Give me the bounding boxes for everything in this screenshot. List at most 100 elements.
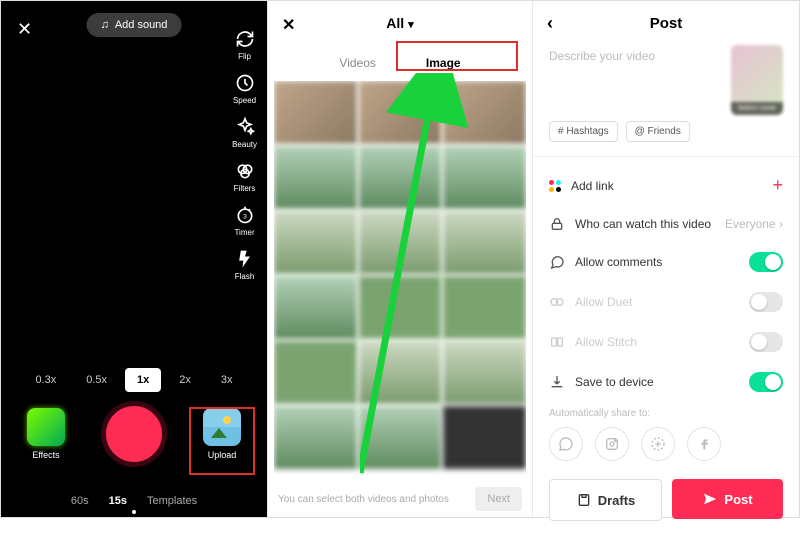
media-thumbnail[interactable] [359, 81, 442, 144]
upload-icon [203, 408, 241, 446]
share-more-icon[interactable] [641, 427, 675, 461]
timer-tool[interactable]: 3Timer [234, 205, 254, 237]
media-thumbnail[interactable] [359, 341, 442, 404]
save-option[interactable]: Save to device [533, 362, 799, 402]
close-icon[interactable]: ✕ [282, 15, 295, 35]
media-thumbnail[interactable] [274, 341, 357, 404]
album-title: All [386, 15, 404, 31]
duet-option: Allow Duet [533, 282, 799, 322]
flip-icon [235, 29, 255, 49]
duet-label: Allow Duet [575, 295, 632, 309]
media-thumbnail[interactable] [443, 146, 526, 209]
flip-tool[interactable]: Flip [235, 29, 255, 61]
share-instagram-icon[interactable] [595, 427, 629, 461]
media-thumbnail[interactable] [443, 406, 526, 469]
back-icon[interactable]: ‹ [547, 13, 553, 34]
media-thumbnail[interactable] [443, 81, 526, 144]
mode-60s[interactable]: 60s [71, 495, 89, 507]
svg-text:3: 3 [243, 213, 247, 220]
effects-icon [27, 408, 65, 446]
privacy-option[interactable]: Who can watch this video Everyone › [533, 206, 799, 242]
post-header: ‹ Post [533, 1, 799, 45]
share-whatsapp-icon[interactable] [549, 427, 583, 461]
timer-icon: 3 [235, 205, 255, 225]
media-thumbnail[interactable] [274, 276, 357, 339]
duet-icon [549, 294, 565, 310]
add-sound-button[interactable]: ♫ Add sound [87, 13, 182, 37]
add-link-option[interactable]: Add link + [533, 165, 799, 206]
media-thumbnail[interactable] [274, 406, 357, 469]
speed-3x[interactable]: 3x [209, 368, 245, 392]
flip-label: Flip [238, 52, 251, 61]
save-toggle[interactable] [749, 372, 783, 392]
effects-label: Effects [32, 450, 59, 460]
media-thumbnail[interactable] [359, 406, 442, 469]
comments-label: Allow comments [575, 255, 662, 269]
speed-1x[interactable]: 1x [125, 368, 161, 392]
privacy-label: Who can watch this video [575, 217, 711, 231]
share-row: Automatically share to: [533, 402, 799, 467]
album-selector[interactable]: All ▾ [386, 15, 413, 31]
media-thumbnail[interactable] [359, 146, 442, 209]
filters-tool[interactable]: Filters [234, 161, 256, 193]
filters-label: Filters [234, 184, 256, 193]
speed-0-5x[interactable]: 0.5x [74, 368, 119, 392]
mode-15s[interactable]: 15s [109, 495, 127, 507]
media-thumbnail[interactable] [274, 146, 357, 209]
speed-tool[interactable]: Speed [233, 73, 256, 105]
speed-0-3x[interactable]: 0.3x [23, 368, 68, 392]
lock-icon [549, 216, 565, 232]
download-icon [549, 374, 565, 390]
post-title: Post [650, 15, 683, 32]
filters-icon [235, 161, 255, 181]
close-icon[interactable]: ✕ [17, 19, 32, 40]
gallery-screen: ✕ All▾ Videos Image You can select both … [267, 1, 533, 517]
beauty-label: Beauty [232, 140, 257, 149]
post-icon [702, 491, 718, 507]
post-button[interactable]: Post [672, 479, 783, 519]
chevron-down-icon: ▾ [408, 19, 414, 31]
tab-videos[interactable]: Videos [339, 56, 375, 70]
comments-toggle[interactable] [749, 252, 783, 272]
gallery-tabs: Videos Image [268, 45, 532, 81]
drafts-button[interactable]: Drafts [549, 479, 662, 521]
media-thumbnail[interactable] [274, 211, 357, 274]
record-button[interactable] [101, 401, 167, 467]
mode-indicator-dot [132, 510, 136, 514]
media-thumbnail[interactable] [443, 211, 526, 274]
add-sound-label: Add sound [115, 19, 168, 31]
flash-tool[interactable]: Flash [235, 249, 255, 281]
plus-icon: + [772, 175, 783, 196]
hashtags-chip[interactable]: # Hashtags [549, 121, 618, 142]
next-button[interactable]: Next [475, 487, 522, 511]
share-label: Automatically share to: [549, 408, 783, 419]
share-facebook-icon[interactable] [687, 427, 721, 461]
duet-toggle [749, 292, 783, 312]
mode-selector: 60s 15s Templates [1, 495, 267, 507]
beauty-tool[interactable]: Beauty [232, 117, 257, 149]
select-cover-button[interactable]: Select cover [731, 45, 783, 115]
camera-bottom-row: Effects Upload [1, 401, 267, 467]
description-input[interactable]: Describe your video [549, 45, 721, 63]
media-thumbnail[interactable] [443, 341, 526, 404]
save-label: Save to device [575, 375, 654, 389]
tab-image[interactable]: Image [426, 56, 461, 70]
post-screen: ‹ Post Describe your video Select cover … [533, 1, 799, 517]
media-thumbnail[interactable] [359, 276, 442, 339]
media-thumbnail[interactable] [274, 81, 357, 144]
effects-button[interactable]: Effects [27, 408, 65, 460]
comment-icon [549, 254, 565, 270]
stitch-option: Allow Stitch [533, 322, 799, 362]
mode-templates[interactable]: Templates [147, 495, 197, 507]
media-thumbnail[interactable] [359, 211, 442, 274]
friends-chip[interactable]: @ Friends [626, 121, 690, 142]
camera-screen: ✕ ♫ Add sound Flip Speed Beauty Filters … [1, 1, 267, 517]
media-thumbnail[interactable] [443, 276, 526, 339]
speed-2x[interactable]: 2x [167, 368, 203, 392]
upload-button[interactable]: Upload [203, 408, 241, 460]
speed-icon [235, 73, 255, 93]
music-note-icon: ♫ [101, 19, 109, 31]
comments-option[interactable]: Allow comments [533, 242, 799, 282]
add-link-icon [549, 180, 561, 192]
upload-label: Upload [208, 450, 237, 460]
